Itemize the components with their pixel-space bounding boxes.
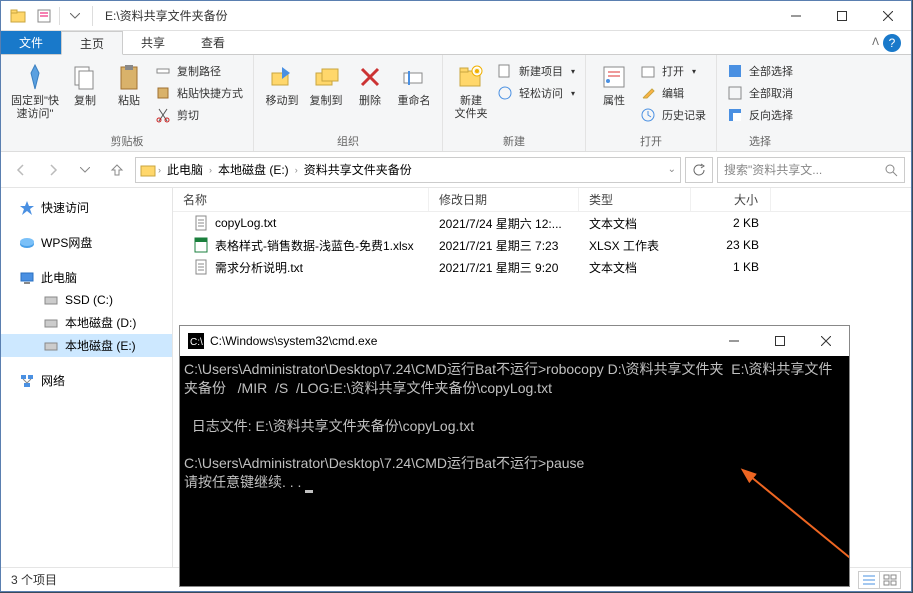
up-button[interactable] [103, 156, 131, 184]
cmd-output[interactable]: C:\Users\Administrator\Desktop\7.24\CMD运… [180, 356, 849, 586]
header-type[interactable]: 类型 [579, 188, 691, 211]
cmd-icon: C:\ [188, 333, 204, 349]
clipboard-group-label: 剪贴板 [7, 133, 247, 149]
crumb-drive[interactable]: 本地磁盘 (E:) [214, 161, 293, 178]
view-tab[interactable]: 查看 [183, 31, 243, 54]
header-date[interactable]: 修改日期 [429, 188, 579, 211]
sidebar-drive-c[interactable]: SSD (C:) [1, 289, 172, 311]
copy-button[interactable]: 复制 [63, 59, 107, 108]
qat-properties-icon[interactable] [31, 3, 57, 29]
move-to-button[interactable]: 移动到 [260, 59, 304, 108]
forward-button[interactable] [39, 156, 67, 184]
address-bar: › 此电脑 › 本地磁盘 (E:) › 资料共享文件夹备份 ⌄ 搜索"资料共享文… [1, 152, 911, 188]
cmd-window: C:\ C:\Windows\system32\cmd.exe C:\Users… [179, 325, 850, 587]
cmd-title-text: C:\Windows\system32\cmd.exe [210, 334, 711, 348]
close-button[interactable] [865, 1, 911, 31]
sidebar-drive-d[interactable]: 本地磁盘 (D:) [1, 311, 172, 334]
table-row[interactable]: 表格样式-销售数据-浅蓝色-免费1.xlsx2021/7/21 星期三 7:23… [173, 234, 911, 256]
qat-folder-icon[interactable] [5, 3, 31, 29]
rename-button[interactable]: 重命名 [392, 59, 436, 108]
share-tab[interactable]: 共享 [123, 31, 183, 54]
paste-button[interactable]: 粘贴 [107, 59, 151, 108]
icons-view-button[interactable] [879, 571, 901, 589]
breadcrumb[interactable]: › 此电脑 › 本地磁盘 (E:) › 资料共享文件夹备份 ⌄ [135, 157, 681, 183]
file-icon [193, 259, 209, 275]
recent-dropdown[interactable] [71, 156, 99, 184]
sidebar-drive-e[interactable]: 本地磁盘 (E:) [1, 334, 172, 357]
sidebar-quick-access[interactable]: 快速访问 [1, 196, 172, 219]
header-size[interactable]: 大小 [691, 188, 771, 211]
edit-button[interactable]: 编辑 [636, 83, 710, 103]
home-tab[interactable]: 主页 [61, 31, 123, 55]
folder-icon [140, 162, 156, 178]
table-row[interactable]: copyLog.txt2021/7/24 星期六 12:...文本文档2 KB [173, 212, 911, 234]
select-none-button[interactable]: 全部取消 [723, 83, 797, 103]
header-name[interactable]: 名称 [173, 188, 429, 211]
properties-button[interactable]: 属性 [592, 59, 636, 108]
qat-dropdown-icon[interactable] [62, 3, 88, 29]
cmd-close-button[interactable] [803, 326, 849, 356]
svg-text:✹: ✹ [474, 67, 481, 76]
titlebar: E:\资料共享文件夹备份 [1, 1, 911, 31]
refresh-button[interactable] [685, 157, 713, 183]
back-button[interactable] [7, 156, 35, 184]
crumb-thispc[interactable]: 此电脑 [163, 161, 207, 178]
minimize-button[interactable] [773, 1, 819, 31]
open-button[interactable]: 打开▾ [636, 61, 710, 81]
annotation-arrow [740, 466, 849, 576]
copy-to-button[interactable]: 复制到 [304, 59, 348, 108]
help-icon[interactable]: ? [883, 34, 901, 52]
sidebar-network[interactable]: 网络 [1, 369, 172, 392]
paste-shortcut-button[interactable]: 粘贴快捷方式 [151, 83, 247, 103]
file-icon [193, 215, 209, 231]
svg-text:C:\: C:\ [190, 337, 203, 348]
new-folder-button[interactable]: ✹ 新建 文件夹 [449, 59, 493, 121]
pin-quick-access-button[interactable]: 固定到"快速访问" [7, 59, 63, 121]
history-button[interactable]: 历史记录 [636, 105, 710, 125]
cut-button[interactable]: 剪切 [151, 105, 247, 125]
sidebar-wps[interactable]: WPS网盘 [1, 231, 172, 254]
file-icon [193, 237, 209, 253]
window-title: E:\资料共享文件夹备份 [97, 7, 773, 24]
invert-selection-button[interactable]: 反向选择 [723, 105, 797, 125]
delete-button[interactable]: 删除 [348, 59, 392, 108]
collapse-ribbon-icon[interactable]: ᐱ [872, 37, 879, 48]
sidebar-thispc[interactable]: 此电脑 [1, 266, 172, 289]
item-count: 3 个项目 [11, 571, 57, 588]
breadcrumb-dropdown[interactable]: ⌄ [668, 164, 676, 175]
organize-group-label: 组织 [260, 133, 436, 149]
ribbon-tabs: 文件 主页 共享 查看 ᐱ ? [1, 31, 911, 55]
cmd-minimize-button[interactable] [711, 326, 757, 356]
new-item-button[interactable]: 新建项目▾ [493, 61, 579, 81]
crumb-folder[interactable]: 资料共享文件夹备份 [300, 161, 416, 178]
file-tab[interactable]: 文件 [1, 31, 61, 54]
search-icon [884, 163, 898, 177]
select-group-label: 选择 [723, 133, 797, 149]
details-view-button[interactable] [858, 571, 880, 589]
sidebar: 快速访问 WPS网盘 此电脑 SSD (C:) 本地磁盘 (D:) 本地磁盘 (… [1, 188, 173, 567]
copy-path-button[interactable]: 复制路径 [151, 61, 247, 81]
table-row[interactable]: 需求分析说明.txt2021/7/21 星期三 9:20文本文档1 KB [173, 256, 911, 278]
open-group-label: 打开 [592, 133, 710, 149]
easy-access-button[interactable]: 轻松访问▾ [493, 83, 579, 103]
maximize-button[interactable] [819, 1, 865, 31]
cmd-maximize-button[interactable] [757, 326, 803, 356]
search-input[interactable]: 搜索"资料共享文... [717, 157, 905, 183]
ribbon: 固定到"快速访问" 复制 粘贴 复制路径 粘贴快捷方式 剪切 剪贴板 [1, 55, 911, 152]
select-all-button[interactable]: 全部选择 [723, 61, 797, 81]
new-group-label: 新建 [449, 133, 579, 149]
